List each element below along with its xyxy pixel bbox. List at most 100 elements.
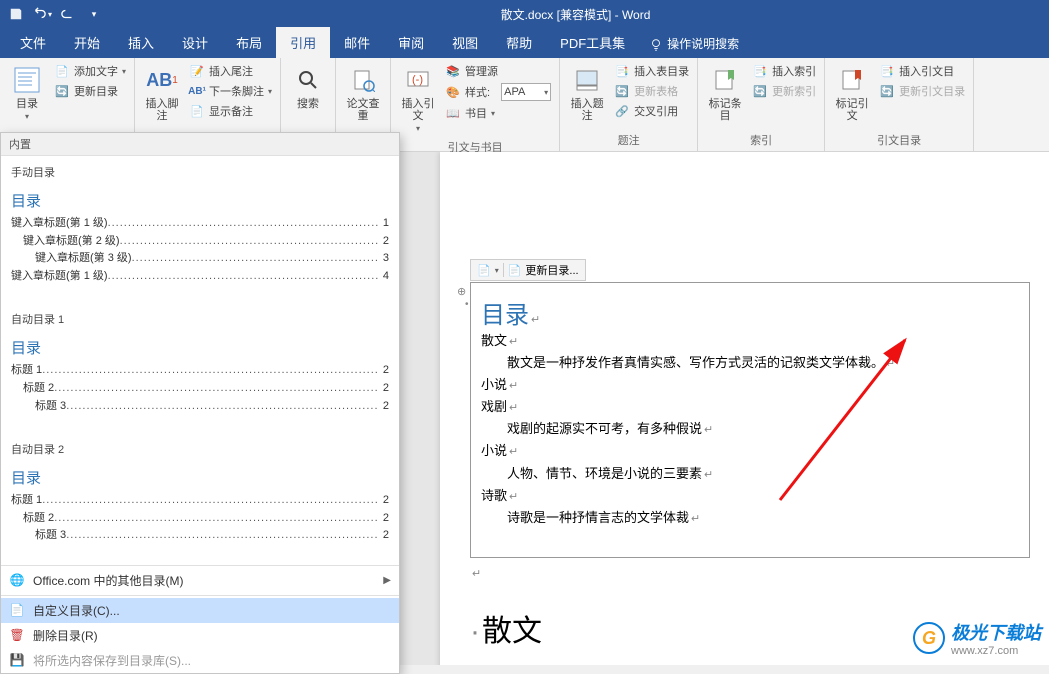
bibliography-button[interactable]: 📖书目▾	[443, 104, 553, 122]
search-icon	[292, 64, 324, 96]
anchor-icon: ⊕	[457, 285, 466, 298]
toc-gallery-dropdown: 内置 手动目录 目录 键入章标题(第 1 级).................…	[0, 132, 400, 674]
paper-check-button[interactable]: 论文查重	[342, 62, 384, 124]
insert-index-button[interactable]: 📑插入索引	[750, 62, 818, 80]
redo-icon[interactable]	[56, 3, 80, 25]
toc-entry[interactable]: 散文	[481, 330, 1019, 352]
auto2-preview-heading: 目录	[11, 467, 389, 488]
citation-style-select[interactable]: 🎨样式: APA▾	[443, 82, 553, 102]
qat-customize-icon[interactable]: ▾	[82, 3, 106, 25]
svg-text:(-): (-)	[412, 74, 423, 86]
update-toc-button[interactable]: 🔄更新目录	[52, 82, 128, 100]
update-toc-icon: 🔄	[54, 83, 70, 99]
ins-auth-icon: 📑	[879, 63, 895, 79]
remove-toc-icon: 🗑	[9, 627, 25, 643]
titlebar: ▾ ▾ 散文.docx [兼容模式] - Word	[0, 0, 1049, 28]
insert-footnote-button[interactable]: AB1 插入脚注	[141, 62, 183, 124]
insert-table-of-figures-button[interactable]: 📑插入表目录	[612, 62, 691, 80]
globe-icon: 🌐	[9, 572, 25, 588]
endnote-icon: 📝	[189, 63, 205, 79]
manage-sources-button[interactable]: 📚管理源	[443, 62, 553, 80]
insert-endnote-button[interactable]: 📝插入尾注	[187, 62, 274, 80]
update-field-icon: 📄	[508, 264, 522, 277]
menu-view[interactable]: 视图	[438, 27, 492, 58]
toc-field[interactable]: 📄▾ 📄 更新目录... ⊕ • 目录 散文散文是一种抒发作者真情实感、写作方式…	[470, 282, 1030, 558]
menu-home[interactable]: 开始	[60, 27, 114, 58]
menu-pdf[interactable]: PDF工具集	[546, 27, 639, 58]
dropdown-builtin-header: 内置	[1, 133, 399, 156]
window-title: 散文.docx [兼容模式] - Word	[106, 6, 1045, 23]
group-citations: (-) 插入引文▾ 📚管理源 🎨样式: APA▾ 📖书目▾ 引文与书目	[391, 58, 560, 151]
mark-citation-button[interactable]: 标记引文	[831, 62, 873, 124]
toc-update-label[interactable]: 更新目录...	[525, 262, 578, 278]
next-footnote-button[interactable]: AB¹下一条脚注▾	[187, 82, 274, 100]
caption-icon	[571, 64, 603, 96]
tof-icon: 📑	[614, 63, 630, 79]
toc-preview-row: 键入章标题(第 3 级)............................…	[11, 250, 389, 268]
quick-access-toolbar: ▾ ▾	[4, 3, 106, 25]
menu-review[interactable]: 审阅	[384, 27, 438, 58]
toc-entry[interactable]: 诗歌	[481, 485, 1019, 507]
footnote-icon: AB1	[146, 64, 178, 96]
group-captions: 插入题注 📑插入表目录 🔄更新表格 🔗交叉引用 题注	[560, 58, 698, 151]
paper-check-icon	[347, 64, 379, 96]
menu-file[interactable]: 文件	[6, 27, 60, 58]
group-authorities: 标记引文 📑插入引文目 🔄更新引文目录 引文目录	[825, 58, 974, 151]
group-index: 标记条目 📑插入索引 🔄更新索引 索引	[698, 58, 825, 151]
toc-preview-row: 标题 2....................................…	[11, 510, 389, 528]
toc-entry[interactable]: 戏剧的起源实不可考，有多种假说	[481, 418, 1019, 440]
tell-me-search[interactable]: 操作说明搜索	[639, 29, 749, 58]
toc-entry[interactable]: 人物、情节、环境是小说的三要素	[481, 463, 1019, 485]
upd-auth-icon: 🔄	[879, 83, 895, 99]
toc-entry[interactable]: 小说	[481, 440, 1019, 462]
update-authorities-button: 🔄更新引文目录	[877, 82, 967, 100]
toc-preview-row: 标题 2....................................…	[11, 380, 389, 398]
menu-insert[interactable]: 插入	[114, 27, 168, 58]
save-gallery-icon: 💾	[9, 652, 25, 668]
toc-entry[interactable]: 散文是一种抒发作者真情实感、写作方式灵活的记叙类文学体裁。	[481, 352, 1019, 374]
menu-references[interactable]: 引用	[276, 27, 330, 58]
menu-layout[interactable]: 布局	[222, 27, 276, 58]
update-index-icon: 🔄	[752, 83, 768, 99]
add-text-icon: 📄	[54, 63, 70, 79]
save-to-gallery: 💾 将所选内容保存到目录库(S)...	[1, 648, 399, 673]
menu-mailings[interactable]: 邮件	[330, 27, 384, 58]
gallery-manual-toc[interactable]: 手动目录 目录 键入章标题(第 1 级)....................…	[1, 156, 399, 303]
mark-entry-icon	[709, 64, 741, 96]
office-more-toc[interactable]: 🌐 Office.com 中的其他目录(M) ▶	[1, 568, 399, 593]
toc-entry[interactable]: 诗歌是一种抒情言志的文学体裁	[481, 507, 1019, 529]
auto1-title: 自动目录 1	[9, 307, 391, 331]
search-button[interactable]: 搜索	[287, 62, 329, 112]
toc-entry[interactable]: 戏剧	[481, 396, 1019, 418]
gallery-auto-toc-1[interactable]: 自动目录 1 目录 标题 1..........................…	[1, 303, 399, 433]
insert-caption-button[interactable]: 插入题注	[566, 62, 608, 124]
mark-citation-icon	[836, 64, 868, 96]
menu-help[interactable]: 帮助	[492, 27, 546, 58]
insert-authorities-button[interactable]: 📑插入引文目	[877, 62, 967, 80]
manage-sources-icon: 📚	[445, 63, 461, 79]
document-page[interactable]: 📄▾ 📄 更新目录... ⊕ • 目录 散文散文是一种抒发作者真情实感、写作方式…	[440, 152, 1049, 665]
show-notes-button[interactable]: 📄显示备注	[187, 102, 274, 120]
cross-ref-icon: 🔗	[614, 103, 630, 119]
menu-design[interactable]: 设计	[168, 27, 222, 58]
toc-preview-row: 标题 1....................................…	[11, 362, 389, 380]
update-table-button: 🔄更新表格	[612, 82, 691, 100]
toc-handle-icon: 📄	[477, 264, 491, 277]
toc-field-handle[interactable]: 📄▾ 📄 更新目录...	[470, 259, 586, 281]
watermark-url: www.xz7.com	[951, 645, 1041, 657]
bibliography-icon: 📖	[445, 105, 461, 121]
cross-reference-button[interactable]: 🔗交叉引用	[612, 102, 691, 120]
toc-button[interactable]: 目录▾	[6, 62, 48, 124]
gallery-auto-toc-2[interactable]: 自动目录 2 目录 标题 1..........................…	[1, 433, 399, 563]
undo-icon[interactable]: ▾	[30, 3, 54, 25]
toc-preview-row: 键入章标题(第 1 级)............................…	[11, 215, 389, 233]
mark-entry-button[interactable]: 标记条目	[704, 62, 746, 124]
custom-toc[interactable]: 📄 自定义目录(C)...	[1, 598, 399, 623]
toc-entry[interactable]: 小说	[481, 374, 1019, 396]
next-footnote-icon: AB¹	[189, 83, 205, 99]
add-text-button[interactable]: 📄添加文字▾	[52, 62, 128, 80]
toc-preview-row: 键入章标题(第 2 级)............................…	[11, 233, 389, 251]
save-icon[interactable]	[4, 3, 28, 25]
insert-citation-button[interactable]: (-) 插入引文▾	[397, 62, 439, 136]
remove-toc[interactable]: 🗑 删除目录(R)	[1, 623, 399, 648]
